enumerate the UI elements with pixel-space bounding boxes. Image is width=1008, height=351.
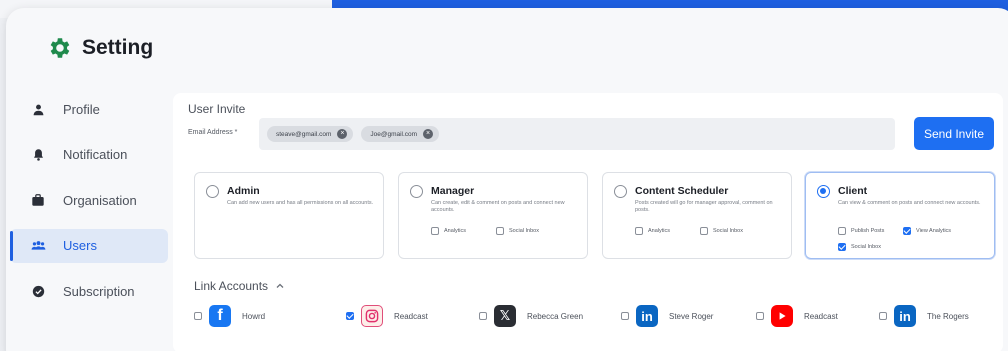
account-name: Howrd bbox=[242, 311, 266, 321]
send-invite-button[interactable]: Send Invite bbox=[914, 117, 994, 150]
role-description: Posts created will go for manager approv… bbox=[635, 200, 773, 213]
sidebar-item-profile[interactable]: Profile bbox=[10, 92, 168, 126]
role-card-manager[interactable]: Manager Can create, edit & comment on po… bbox=[398, 172, 588, 259]
sidebar-item-organisation[interactable]: Organisation bbox=[10, 183, 168, 217]
bell-icon bbox=[30, 147, 46, 163]
account-checkbox[interactable] bbox=[879, 312, 887, 320]
email-address-label: Email Address * bbox=[188, 129, 238, 136]
check-circle-icon bbox=[30, 283, 46, 299]
instagram-icon bbox=[361, 305, 383, 327]
email-chip: steave@gmail.com × bbox=[267, 126, 354, 142]
permission-label: Social Inbox bbox=[713, 228, 743, 234]
role-description: Can add new users and has all permission… bbox=[227, 200, 374, 206]
settings-sidebar: Profile Notification Organisation Users … bbox=[10, 92, 168, 320]
account-name: Readcast bbox=[394, 311, 428, 321]
permission-checkbox[interactable] bbox=[496, 227, 504, 235]
sidebar-item-label: Notification bbox=[63, 147, 128, 162]
chevron-up-icon bbox=[276, 283, 284, 288]
youtube-icon bbox=[771, 305, 793, 327]
role-radio[interactable] bbox=[206, 185, 219, 198]
linked-account[interactable]: f Howrd bbox=[194, 305, 265, 327]
permission-label: Analytics bbox=[444, 228, 467, 234]
close-icon[interactable]: × bbox=[423, 129, 434, 139]
permission-view-analytics[interactable]: View Analytics bbox=[903, 227, 951, 235]
linkedin-icon: in bbox=[636, 305, 658, 327]
role-radio[interactable] bbox=[614, 185, 627, 198]
permission-label: Social Inbox bbox=[851, 244, 881, 250]
link-accounts-heading: Link Accounts bbox=[194, 279, 269, 293]
linked-account[interactable]: Readcast bbox=[756, 305, 838, 327]
account-name: Readcast bbox=[804, 311, 838, 321]
role-card-client[interactable]: Client Can view & comment on posts and c… bbox=[805, 172, 995, 259]
role-name: Admin bbox=[227, 185, 260, 197]
account-name: The Rogers bbox=[927, 311, 969, 321]
linked-account[interactable]: in Steve Roger bbox=[621, 305, 713, 327]
account-name: Steve Roger bbox=[669, 311, 714, 321]
permission-checkbox[interactable] bbox=[635, 227, 643, 235]
permission-publish-posts[interactable]: Publish Posts bbox=[838, 227, 884, 235]
role-radio[interactable] bbox=[410, 185, 423, 198]
sidebar-item-notification[interactable]: Notification bbox=[10, 138, 168, 172]
sidebar-item-subscription[interactable]: Subscription bbox=[10, 274, 168, 308]
linked-account[interactable]: in The Rogers bbox=[879, 305, 969, 327]
linkedin-icon: in bbox=[894, 305, 916, 327]
permission-social-inbox[interactable]: Social Inbox bbox=[496, 227, 539, 235]
permission-checkbox[interactable] bbox=[700, 227, 708, 235]
role-description: Can view & comment on posts and connect … bbox=[838, 200, 981, 206]
permission-label: Social Inbox bbox=[509, 228, 539, 234]
permission-label: View Analytics bbox=[916, 228, 952, 234]
account-checkbox[interactable] bbox=[479, 312, 487, 320]
briefcase-icon bbox=[30, 192, 46, 208]
role-name: Content Scheduler bbox=[635, 185, 729, 197]
email-chip-label: Joe@gmail.com bbox=[370, 130, 418, 138]
permission-label: Publish Posts bbox=[851, 228, 885, 234]
x-icon: 𝕏 bbox=[494, 305, 516, 327]
permission-checkbox[interactable] bbox=[838, 227, 846, 235]
role-name: Manager bbox=[431, 185, 475, 197]
permission-social-inbox[interactable]: Social Inbox bbox=[838, 243, 881, 251]
linked-account[interactable]: Readcast bbox=[346, 305, 428, 327]
settings-window: Setting Profile Notification Organisatio… bbox=[6, 8, 1008, 351]
user-invite-heading: User Invite bbox=[188, 102, 246, 116]
permission-social-inbox[interactable]: Social Inbox bbox=[700, 227, 743, 235]
email-chip: Joe@gmail.com × bbox=[361, 126, 440, 142]
permission-checkbox[interactable] bbox=[431, 227, 439, 235]
permission-label: Analytics bbox=[648, 228, 671, 234]
link-accounts-toggle[interactable]: Link Accounts bbox=[194, 279, 285, 293]
account-checkbox[interactable] bbox=[194, 312, 202, 320]
gear-icon bbox=[50, 38, 70, 58]
email-address-input[interactable]: steave@gmail.com × Joe@gmail.com × bbox=[259, 118, 895, 150]
role-radio-selected[interactable] bbox=[817, 185, 830, 198]
sidebar-item-label: Profile bbox=[63, 101, 100, 117]
sidebar-item-users[interactable]: Users bbox=[10, 228, 168, 263]
close-icon[interactable]: × bbox=[337, 129, 348, 139]
page-title: Setting bbox=[82, 36, 154, 59]
page-header: Setting bbox=[6, 8, 1008, 88]
role-name: Client bbox=[838, 185, 868, 197]
email-chip-label: steave@gmail.com bbox=[276, 130, 332, 138]
permission-analytics[interactable]: Analytics bbox=[431, 227, 466, 235]
sidebar-item-label: Organisation bbox=[63, 192, 137, 208]
users-icon bbox=[30, 238, 46, 254]
role-card-admin[interactable]: Admin Can add new users and has all perm… bbox=[194, 172, 384, 259]
role-description: Can create, edit & comment on posts and … bbox=[431, 200, 565, 213]
linked-account[interactable]: 𝕏 Rebecca Green bbox=[479, 305, 583, 327]
permission-checkbox[interactable] bbox=[903, 227, 911, 235]
account-checkbox[interactable] bbox=[756, 312, 764, 320]
permission-analytics[interactable]: Analytics bbox=[635, 227, 670, 235]
facebook-icon: f bbox=[209, 305, 231, 327]
permission-checkbox[interactable] bbox=[838, 243, 846, 251]
user-icon bbox=[30, 101, 46, 117]
account-checkbox[interactable] bbox=[346, 312, 354, 320]
role-card-content-scheduler[interactable]: Content Scheduler Posts created will go … bbox=[602, 172, 792, 259]
users-panel: User Invite Email Address * steave@gmail… bbox=[173, 93, 1003, 351]
sidebar-item-label: Users bbox=[63, 238, 97, 253]
account-name: Rebecca Green bbox=[527, 311, 584, 321]
account-checkbox[interactable] bbox=[621, 312, 629, 320]
sidebar-item-label: Subscription bbox=[63, 283, 135, 299]
